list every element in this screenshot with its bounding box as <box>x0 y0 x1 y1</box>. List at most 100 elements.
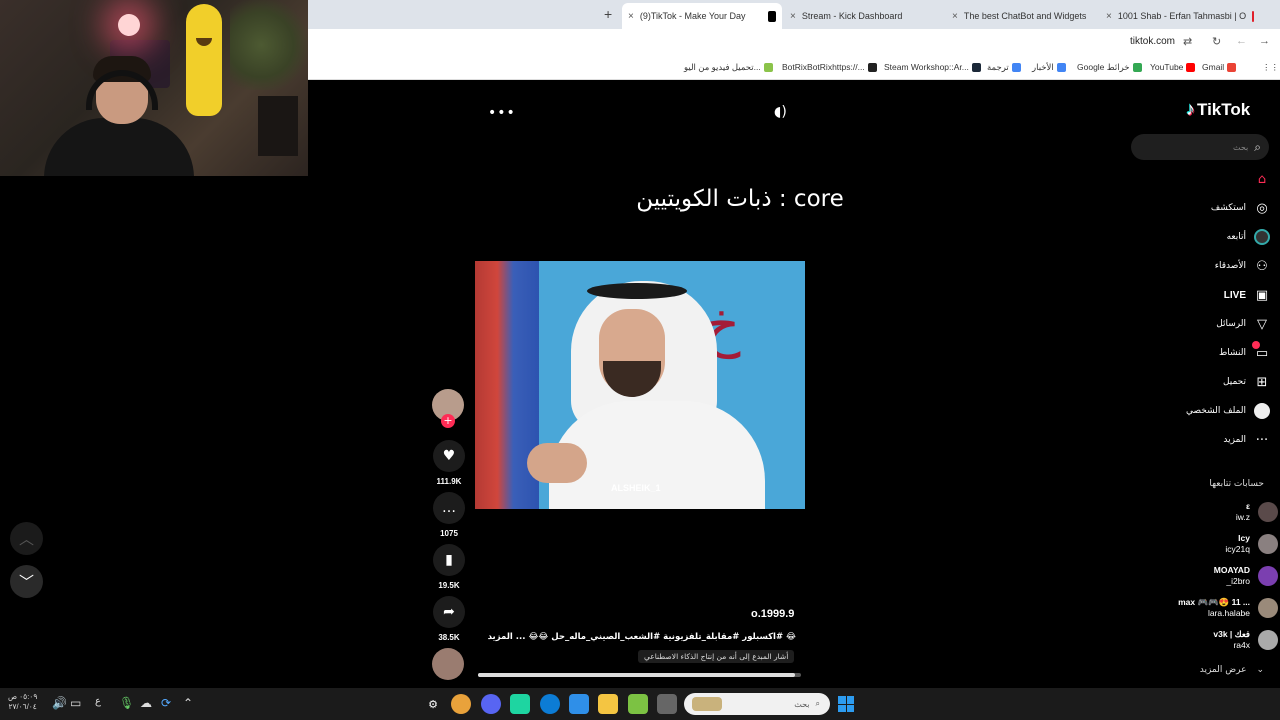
search-icon[interactable]: ⌕ <box>1254 140 1261 155</box>
tab-tiktok[interactable]: × (9)TikTok - Make Your Day <box>622 3 782 29</box>
comment-button[interactable]: … 1075 <box>432 492 466 538</box>
bookmark-translate[interactable]: ترجمة <box>987 62 1021 73</box>
sidebar-item-friends[interactable]: الأصدقاء ⚇ <box>1215 258 1270 274</box>
more-icon: ··· <box>1255 432 1269 448</box>
video-hand <box>527 443 587 483</box>
next-video-button[interactable]: ﹀ <box>10 565 43 598</box>
home-icon: ⌂ <box>1257 171 1267 187</box>
volume-icon[interactable]: ◖) <box>774 104 787 120</box>
music-disc-avatar[interactable] <box>432 648 464 680</box>
bookmark-botrix[interactable]: BotRixBotRixhttps://... <box>782 62 877 72</box>
following-account[interactable]: ε iw.z <box>1236 501 1278 523</box>
bookmark-icon: ▮ <box>433 544 465 576</box>
bookmark-news[interactable]: الأخبار <box>1032 62 1066 73</box>
friends-icon: ⚇ <box>1256 258 1268 274</box>
video-watermark: ALSHEIK_1 <box>611 483 661 493</box>
reload-icon[interactable]: ↻ <box>1212 35 1221 48</box>
settings-icon[interactable]: ⚙ <box>423 694 443 714</box>
store-icon[interactable] <box>628 694 648 714</box>
account-handle: ra4x <box>1233 640 1250 650</box>
sidebar-item-home[interactable]: ⌂ <box>1246 171 1270 187</box>
close-tab-icon[interactable]: × <box>1106 11 1112 22</box>
browser-tab-bar: + × (9)TikTok - Make Your Day × Stream -… <box>308 0 1280 29</box>
sidebar-item-following[interactable]: أتابعه <box>1227 229 1270 245</box>
close-tab-icon[interactable]: × <box>628 11 634 22</box>
see-more-button[interactable]: عرض المزيد ⌄ <box>1200 665 1264 675</box>
bookmark-youtube[interactable]: YouTube <box>1150 62 1196 72</box>
pink-lamp <box>118 14 140 36</box>
account-name: Icy <box>1238 533 1250 543</box>
following-account[interactable]: Icy icy21q <box>1225 533 1278 555</box>
chevron-up-icon[interactable]: ⌃ <box>183 696 193 710</box>
file-editor-icon[interactable] <box>569 694 589 714</box>
video-player[interactable]: خ ALSHEIK_1 <box>475 261 805 509</box>
close-tab-icon[interactable]: × <box>952 11 958 22</box>
sidebar-item-upload[interactable]: تحميل ⊞ <box>1223 374 1270 390</box>
clock[interactable]: ٠٥:٠٩ ص ٢٧/٠٦/٠٤ <box>8 692 37 712</box>
messages-icon: ▽ <box>1257 316 1267 332</box>
tiktok-logo[interactable]: ♪ TikTok <box>1186 99 1250 120</box>
sidebar-item-more[interactable]: المزيد ··· <box>1223 432 1270 448</box>
url-field[interactable]: tiktok.com <box>1130 36 1175 47</box>
more-options-icon[interactable]: ••• <box>488 105 516 121</box>
chevron-down-icon: ⌄ <box>1256 665 1264 675</box>
sidebar-item-explore[interactable]: استكشف ◎ <box>1211 200 1270 216</box>
bookmark-video-downloader[interactable]: تحميل فيديو من اليو... <box>684 62 773 73</box>
edge-icon[interactable] <box>540 694 560 714</box>
task-view-icon[interactable] <box>657 694 677 714</box>
sync-icon[interactable]: ⟳ <box>161 696 171 710</box>
webcam-overlay <box>0 0 308 176</box>
new-tab-button[interactable]: + <box>604 6 612 22</box>
following-account[interactable]: MOAYAD _i2bro <box>1214 565 1278 587</box>
video-progress-fill <box>478 673 795 677</box>
share-button[interactable]: ➦ 38.5K <box>432 596 466 642</box>
onedrive-icon[interactable]: ☁ <box>140 696 152 710</box>
bookmark-steam[interactable]: Steam Workshop::Ar... <box>884 62 981 72</box>
sidebar-item-profile[interactable]: الملف الشخصي <box>1186 403 1270 419</box>
follow-plus-icon[interactable]: + <box>441 414 455 428</box>
folder-icon[interactable] <box>598 694 618 714</box>
chrome-icon[interactable] <box>451 694 471 714</box>
language-indicator[interactable]: ع <box>95 696 101 707</box>
tab-kick[interactable]: × Stream - Kick Dashboard <box>784 3 922 29</box>
like-button[interactable]: ♥ 111.9K <box>432 440 466 486</box>
bookmark-gmail[interactable]: Gmail <box>1202 62 1237 72</box>
tab-youtube[interactable]: × 1001 Shab - Erfan Tahmasbi | O <box>1100 3 1260 29</box>
account-name: ε <box>1245 501 1250 511</box>
video-username[interactable]: o.1999.9 <box>751 608 794 620</box>
site-settings-icon[interactable]: ⇄ <box>1183 35 1192 48</box>
taskbar-search-placeholder: بحث <box>794 699 810 709</box>
search-icon: ⌕ <box>815 699 820 708</box>
microphone-icon[interactable]: 🎙 <box>119 696 134 710</box>
description-text: 😂 #اكسبلور #مقابلة_تلفزيونية #الشعب_الصي… <box>515 632 796 642</box>
following-account[interactable]: max 🎮🎮😍 11 ... lara.halabe <box>1178 597 1278 619</box>
taskbar-search-input[interactable]: بحث ⌕ <box>684 693 830 715</box>
description-more-link[interactable]: المزيد <box>488 632 513 642</box>
apps-grid-icon[interactable]: ⋮⋮ <box>1262 62 1279 73</box>
bookmark-google-maps[interactable]: Google خرائط <box>1077 62 1142 73</box>
account-name: MOAYAD <box>1213 565 1250 575</box>
following-account[interactable]: v3k | فعك ra4x <box>1213 629 1278 651</box>
avatar <box>1258 566 1278 586</box>
close-tab-icon[interactable]: × <box>790 11 796 22</box>
sidebar-item-messages[interactable]: الرسائل ▽ <box>1216 316 1270 332</box>
video-progress-bar[interactable] <box>478 673 801 677</box>
search-input[interactable]: بحث ⌕ <box>1131 134 1269 160</box>
volume-icon[interactable]: 🔊 <box>52 696 67 710</box>
sidebar-item-activity[interactable]: النشاط ▭ <box>1219 341 1270 361</box>
back-icon[interactable]: ← <box>1236 35 1247 47</box>
avatar <box>1258 502 1278 522</box>
bookmark-label: Google خرائط <box>1077 62 1130 72</box>
sidebar-item-live[interactable]: LIVE ▣ <box>1224 287 1270 303</box>
account-name: v3k | فعك <box>1213 629 1250 639</box>
tab-botrix[interactable]: × The best ChatBot and Widgets <box>946 3 1096 29</box>
network-icon[interactable]: ▭ <box>70 696 81 710</box>
discord-icon[interactable] <box>481 694 501 714</box>
tab-title: The best ChatBot and Widgets <box>963 11 1087 21</box>
windows-start-icon[interactable] <box>838 696 854 712</box>
forward-icon[interactable]: → <box>1259 35 1270 47</box>
game-controller-icon[interactable] <box>510 694 530 714</box>
compass-icon: ◎ <box>1256 200 1268 216</box>
save-button[interactable]: ▮ 19.5K <box>432 544 466 590</box>
previous-video-button[interactable]: ︿ <box>10 522 43 555</box>
